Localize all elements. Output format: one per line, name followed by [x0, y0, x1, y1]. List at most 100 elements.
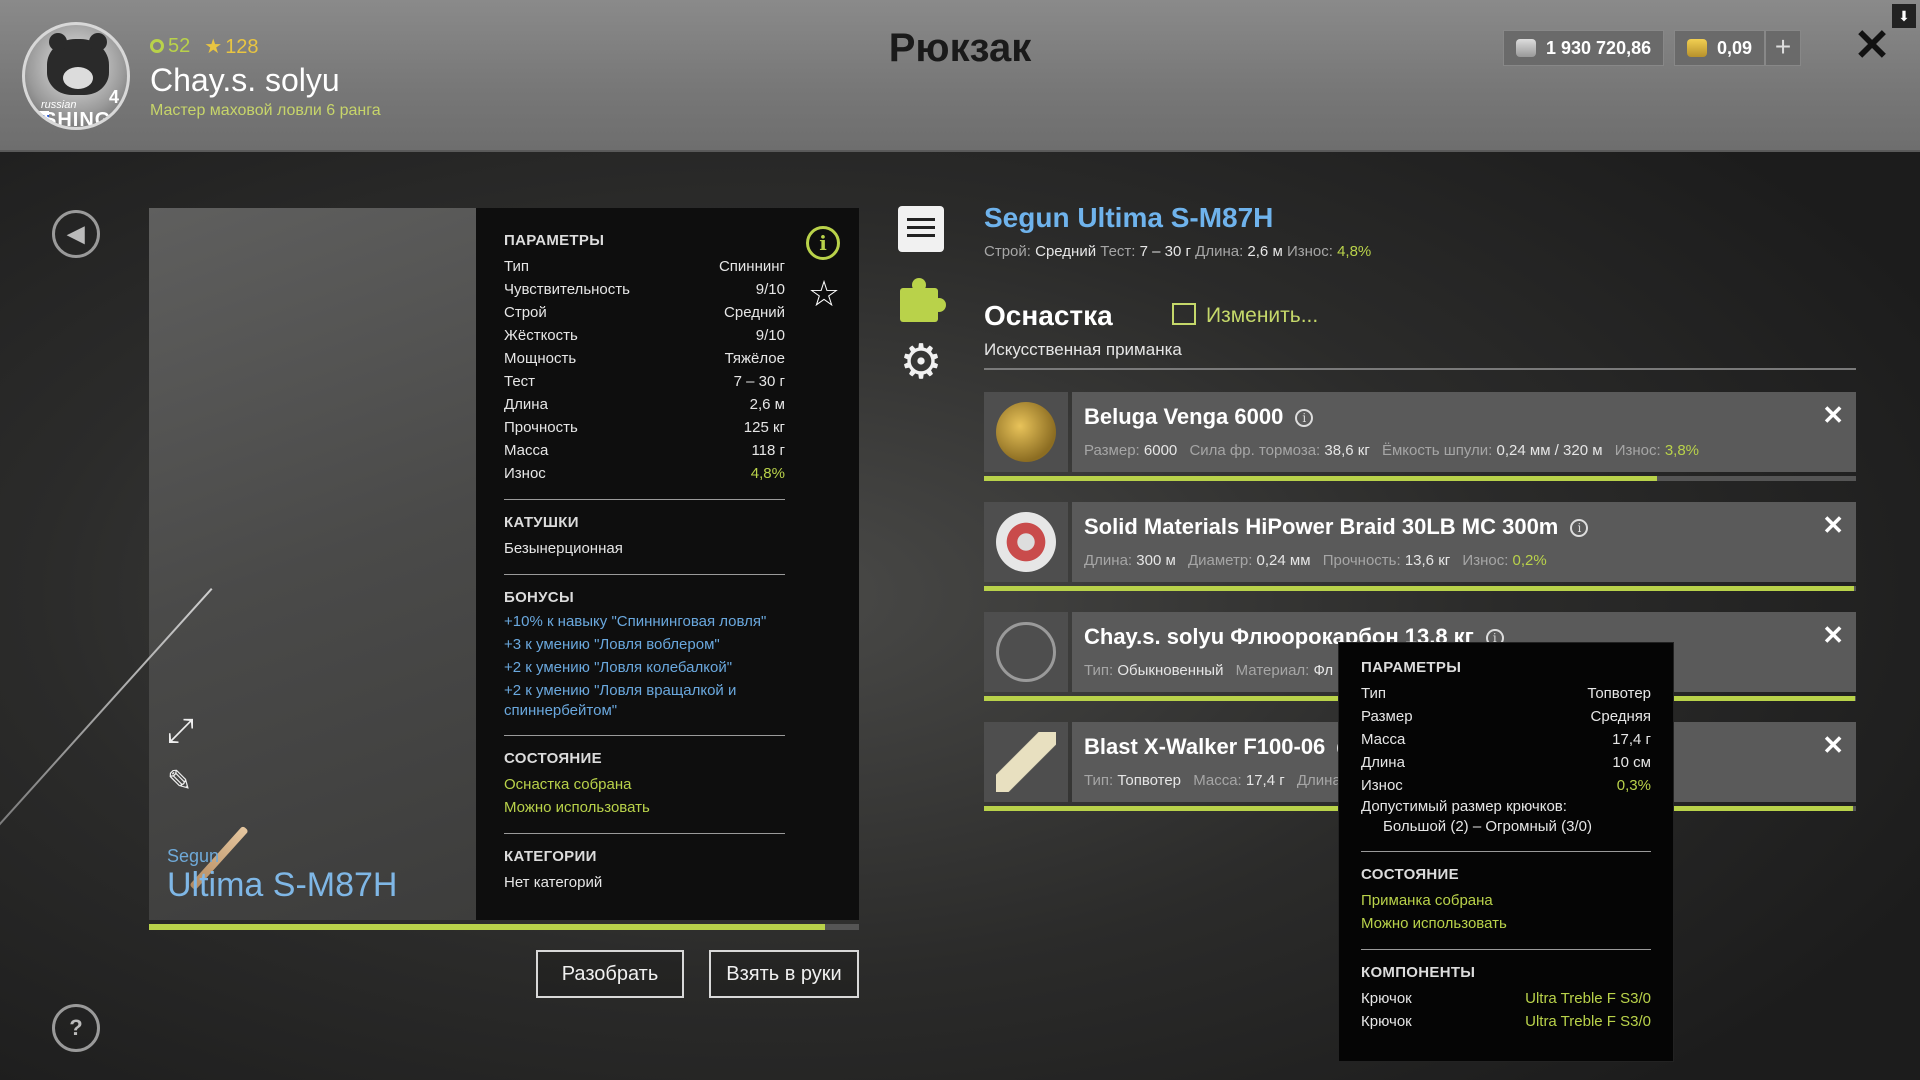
- reel-icon: [996, 402, 1056, 462]
- test-value: 7 – 30 г: [1139, 243, 1191, 260]
- download-icon[interactable]: ⬇: [1892, 4, 1916, 28]
- remove-icon[interactable]: ✕: [1822, 510, 1844, 541]
- param-value: 9/10: [755, 281, 785, 298]
- player-rank-title: Мастер маховой ловли 6 ранга: [150, 102, 381, 119]
- reel-slot[interactable]: Beluga Venga 6000 i Размер: 6000 Сила фр. …: [984, 392, 1856, 481]
- take-in-hands-button[interactable]: Взять в руки: [709, 950, 859, 998]
- silver-amount: 1 930 720,86: [1546, 37, 1652, 58]
- hook-size-label: Допустимый размер крючков:: [1361, 798, 1567, 815]
- back-icon[interactable]: ◀: [52, 210, 100, 258]
- component-value: Ultra Treble F S3/0: [1525, 1013, 1651, 1030]
- tooltip-param-label: Износ: [1361, 777, 1403, 794]
- document-icon[interactable]: [898, 206, 944, 252]
- tooltip-state-line: Приманка собрана: [1361, 892, 1493, 909]
- param-row: Тест 7 – 30 г: [504, 370, 785, 393]
- reels-value: Безынерционная: [504, 540, 623, 557]
- param-label: Износ: [504, 465, 546, 482]
- param-label: Масса: [504, 442, 549, 459]
- stat-label: Диаметр:: [1187, 552, 1253, 569]
- tooltip-state-header: СОСТОЯНИЕ: [1361, 866, 1459, 883]
- tooltip-param-label: Длина: [1361, 754, 1405, 771]
- help-icon[interactable]: ?: [52, 1004, 100, 1052]
- rod-title: Segun Ultima S-M87H: [984, 202, 1274, 233]
- slot-name: Beluga Venga 6000 i: [1084, 404, 1314, 430]
- test-label: Тест:: [1100, 243, 1136, 260]
- silver-balance: 1 930 720,86: [1503, 30, 1665, 66]
- tooltip-components-list: Крючок Ultra Treble F S3/0 Крючок Ultra Tre…: [1361, 987, 1651, 1033]
- divider: [504, 833, 785, 834]
- rod-wear-fill: [149, 924, 825, 930]
- lure-tooltip: ПАРАМЕТРЫ Тип Топвотер Размер Средняя Масса 1…: [1338, 642, 1674, 1062]
- tooltip-param-label: Тип: [1361, 685, 1387, 702]
- expand-icon[interactable]: ⤢: [167, 713, 203, 749]
- slot-thumbnail: [984, 722, 1068, 802]
- param-value: 9/10: [755, 327, 785, 344]
- divider: [504, 735, 785, 736]
- rig-header: Оснастка: [984, 300, 1113, 331]
- info-icon[interactable]: i: [1570, 519, 1589, 537]
- disassemble-button[interactable]: Разобрать: [536, 950, 684, 998]
- bonus-line: +3 к умению "Ловля воблером": [504, 636, 720, 653]
- leader-icon: [996, 622, 1056, 682]
- param-row: Масса 118 г: [504, 439, 785, 462]
- params-header: ПАРАМЕТРЫ: [504, 232, 605, 249]
- divider: [1361, 851, 1651, 852]
- slot-name: Solid Materials HiPower Braid 30LB MC 30…: [1084, 514, 1589, 540]
- stat-value: 38,6 кг: [1324, 442, 1370, 459]
- add-gold-button[interactable]: +: [1765, 30, 1801, 66]
- item-params-panel: i ☆ ПАРАМЕТРЫ Тип Спиннинг Чувствительност…: [476, 208, 859, 920]
- rename-pencil-icon[interactable]: ✎: [167, 764, 203, 800]
- logo-version-badge: 4: [109, 87, 120, 107]
- remove-icon[interactable]: ✕: [1822, 400, 1844, 431]
- stat-label: Износ:: [1462, 552, 1509, 569]
- slot-name-text: Solid Materials HiPower Braid 30LB MC 30…: [1084, 514, 1559, 539]
- stat-label: Масса:: [1193, 772, 1242, 789]
- edit-rig-label: Изменить...: [1206, 304, 1319, 327]
- edit-rig-button[interactable]: Изменить...: [1172, 303, 1318, 328]
- length-value: 2,6 м: [1247, 243, 1283, 260]
- state-line: Можно использовать: [504, 799, 650, 816]
- rod-wear-bar: [149, 924, 859, 930]
- stat-label: Износ:: [1614, 442, 1661, 459]
- gold-coin-icon: [1687, 39, 1707, 57]
- divider: [1361, 949, 1651, 950]
- close-icon[interactable]: ✕: [1850, 24, 1894, 68]
- slot-body: Beluga Venga 6000 i Размер: 6000 Сила фр. …: [1072, 392, 1856, 472]
- component-label: Крючок: [1361, 1013, 1412, 1030]
- slot-stats: Размер: 6000 Сила фр. тормоза: 38,6 кг Ё…: [1084, 442, 1699, 459]
- slot-stats: Тип: Топвотер Масса: 17,4 г Длина: [1084, 772, 1349, 789]
- divider: [504, 499, 785, 500]
- divider: [504, 574, 785, 575]
- tooltip-param-row: Размер Средняя: [1361, 705, 1651, 728]
- param-label: Жёсткость: [504, 327, 578, 344]
- stat-value: Обыкновенный: [1117, 662, 1224, 679]
- slot-name-text: Beluga Venga 6000: [1084, 404, 1284, 429]
- reels-header: КАТУШКИ: [504, 514, 579, 531]
- wear-label: Износ:: [1286, 243, 1333, 260]
- param-label: Тип: [504, 258, 530, 275]
- stat-value: 0,24 мм / 320 м: [1496, 442, 1603, 459]
- remove-icon[interactable]: ✕: [1822, 730, 1844, 761]
- bonuses-header: БОНУСЫ: [504, 589, 574, 606]
- divider: [984, 368, 1856, 370]
- param-row: Износ 4,8%: [504, 462, 785, 485]
- tooltip-param-value: Средняя: [1590, 708, 1651, 725]
- tooltip-components-header: КОМПОНЕНТЫ: [1361, 964, 1476, 981]
- line-slot[interactable]: Solid Materials HiPower Braid 30LB MC 30…: [984, 502, 1856, 591]
- param-row: Длина 2,6 м: [504, 393, 785, 416]
- tooltip-param-label: Размер: [1361, 708, 1413, 725]
- puzzle-icon[interactable]: [898, 278, 946, 324]
- stat-value: 300 м: [1136, 552, 1176, 569]
- info-icon[interactable]: i: [1295, 409, 1314, 427]
- remove-icon[interactable]: ✕: [1822, 620, 1844, 651]
- tooltip-param-row: Износ 0,3%: [1361, 774, 1651, 797]
- stat-label: Длина:: [1084, 552, 1133, 569]
- star-icon[interactable]: ☆: [806, 276, 842, 312]
- bonus-line: +2 к умению "Ловля колебалкой": [504, 659, 733, 676]
- param-value: 7 – 30 г: [733, 373, 785, 390]
- gear-icon[interactable]: ⚙: [898, 339, 944, 387]
- stat-value: 17,4 г: [1245, 772, 1285, 789]
- stat-value: 6000: [1143, 442, 1178, 459]
- stat-label: Тип:: [1084, 662, 1114, 679]
- info-icon[interactable]: i: [806, 226, 840, 260]
